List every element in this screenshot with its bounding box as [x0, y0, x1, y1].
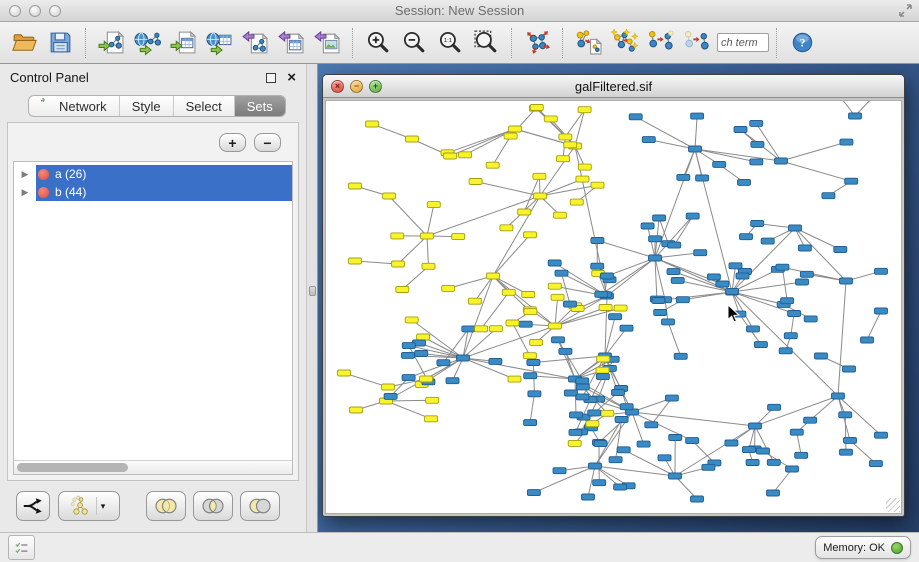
control-panel-title: Control Panel: [10, 70, 266, 85]
export-table-button[interactable]: [273, 25, 309, 61]
tab-style-label: Style: [132, 99, 161, 114]
difference-button[interactable]: [240, 491, 280, 521]
list-item-set-b[interactable]: ▶ b (44): [14, 183, 292, 201]
save-session-button[interactable]: [42, 25, 78, 61]
status-bar: Memory: OK: [0, 532, 919, 562]
apply-preferred-layout-button[interactable]: [519, 25, 555, 61]
add-set-button[interactable]: +: [219, 133, 246, 152]
tab-sets[interactable]: Sets: [235, 96, 285, 116]
control-panel-tabs: Network Style Select Sets: [28, 95, 286, 117]
close-panel-icon[interactable]: ×: [287, 72, 296, 84]
network-graph[interactable]: [326, 101, 902, 512]
network-window-titlebar[interactable]: galFiltered.sif: [323, 75, 904, 98]
tab-network[interactable]: Network: [29, 96, 120, 116]
fullscreen-icon[interactable]: [898, 3, 913, 23]
sets-rows: ▶ a (26) ▶ b (44): [14, 162, 292, 460]
window-titlebar[interactable]: Session: New Session: [0, 0, 919, 22]
select-first-neighbors-button[interactable]: [606, 25, 642, 61]
set-label: b (44): [55, 185, 86, 199]
svg-text:1:1: 1:1: [443, 38, 451, 44]
sets-panel: + − ▶ a (26) ▶: [7, 122, 299, 481]
zoom-out-button[interactable]: [396, 25, 432, 61]
divider-grip-icon[interactable]: [309, 286, 316, 296]
panel-divider[interactable]: [306, 64, 318, 532]
control-panel: Control Panel × Network Style Select Set…: [0, 64, 306, 532]
open-file-button[interactable]: [6, 25, 42, 61]
list-item-set-a[interactable]: ▶ a (26): [14, 165, 292, 183]
export-image-button[interactable]: [309, 25, 345, 61]
network-window-controls: [323, 80, 382, 93]
network-window-close-button[interactable]: [331, 80, 344, 93]
show-all-button[interactable]: [678, 25, 714, 61]
tab-style[interactable]: Style: [120, 96, 174, 116]
network-view[interactable]: [325, 100, 902, 514]
sets-toolbar: ▾: [0, 486, 306, 532]
network-window-zoom-button[interactable]: [369, 80, 382, 93]
control-panel-header: Control Panel ×: [0, 64, 306, 91]
main-area: Control Panel × Network Style Select Set…: [0, 64, 919, 532]
application-window: Session: New Session 1:1 ? Control Panel…: [0, 0, 919, 562]
network-tab-icon: [41, 98, 54, 114]
toolbar-separator: [352, 28, 353, 58]
scrollbar-thumb[interactable]: [17, 463, 128, 472]
sets-list: ▶ a (26) ▶ b (44): [13, 161, 293, 475]
export-network-button[interactable]: [237, 25, 273, 61]
network-desktop: galFiltered.sif: [318, 64, 919, 532]
toolbar-buttons: 1:1: [6, 25, 714, 61]
memory-ok-icon: [891, 542, 903, 554]
window-resize-grip[interactable]: [886, 498, 900, 512]
memory-status-button[interactable]: Memory: OK: [815, 536, 911, 559]
intersection-button[interactable]: [193, 491, 233, 521]
set-color-icon: [38, 169, 49, 180]
sets-actions: + −: [13, 129, 293, 161]
hide-selected-button[interactable]: [642, 25, 678, 61]
set-layout-button[interactable]: ▾: [58, 491, 120, 521]
main-toolbar: 1:1 ?: [0, 22, 919, 64]
import-network-file-button[interactable]: [93, 25, 129, 61]
expander-icon[interactable]: ▶: [14, 169, 36, 180]
remove-set-button[interactable]: −: [254, 133, 281, 152]
tab-sets-label: Sets: [247, 99, 273, 114]
set-color-icon: [38, 187, 49, 198]
zoom-actual-size-button[interactable]: 1:1: [432, 25, 468, 61]
task-history-button[interactable]: [8, 535, 35, 560]
new-network-from-selection-button[interactable]: [570, 25, 606, 61]
search-input[interactable]: [717, 33, 769, 52]
chevron-down-icon[interactable]: ▾: [96, 497, 110, 515]
set-label: a (26): [55, 167, 86, 181]
horizontal-scrollbar[interactable]: [14, 460, 292, 474]
toolbar-separator: [85, 28, 86, 58]
network-window-title: galFiltered.sif: [323, 79, 904, 94]
memory-status-label: Memory: OK: [823, 542, 885, 554]
help-button[interactable]: ?: [784, 25, 820, 61]
import-table-url-button[interactable]: [201, 25, 237, 61]
window-title: Session: New Session: [0, 3, 919, 18]
import-network-url-button[interactable]: [129, 25, 165, 61]
float-panel-icon[interactable]: [266, 73, 276, 83]
zoom-selected-region-button[interactable]: [468, 25, 504, 61]
tab-network-label: Network: [59, 99, 107, 114]
svg-text:?: ?: [799, 38, 805, 50]
zoom-in-button[interactable]: [360, 25, 396, 61]
import-table-file-button[interactable]: [165, 25, 201, 61]
union-button[interactable]: [146, 491, 186, 521]
network-window[interactable]: galFiltered.sif: [322, 74, 905, 517]
tab-select[interactable]: Select: [174, 96, 235, 116]
expander-icon[interactable]: ▶: [14, 187, 36, 198]
toolbar-separator: [776, 28, 777, 58]
toolbar-separator: [562, 28, 563, 58]
toolbar-separator: [511, 28, 512, 58]
tab-select-label: Select: [186, 99, 222, 114]
network-window-minimize-button[interactable]: [350, 80, 363, 93]
split-sets-button[interactable]: [16, 491, 50, 521]
